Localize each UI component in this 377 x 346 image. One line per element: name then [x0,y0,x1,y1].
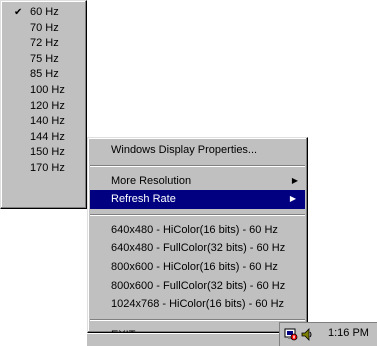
system-tray: 1:16 PM [279,322,377,346]
speaker-icon[interactable] [300,328,314,341]
menu-separator [90,164,305,167]
refresh-70hz-item[interactable]: 70 Hz [1,21,86,37]
check-icon: ✔ [14,7,23,18]
refresh-85hz-item[interactable]: 85 Hz [1,67,86,83]
mode-800x600-16bit-item[interactable]: 800x600 - HiColor(16 bits) - 60 Hz [88,258,307,277]
tray-clock[interactable]: 1:16 PM [328,327,369,339]
display-properties-item[interactable]: Windows Display Properties... [88,141,307,160]
display-settings-icon[interactable] [284,328,298,341]
refresh-rate-submenu: ✔ 60 Hz 70 Hz 72 Hz 75 Hz 85 Hz 100 Hz 12… [0,0,87,209]
refresh-75hz-item[interactable]: 75 Hz [1,52,86,68]
display-context-menu: Windows Display Properties... More Resol… [87,137,308,341]
mode-640x480-16bit-item[interactable]: 640x480 - HiColor(16 bits) - 60 Hz [88,221,307,240]
submenu-arrow-icon: ▶ [289,194,296,204]
mode-800x600-32bit-item[interactable]: 800x600 - FullColor(32 bits) - 60 Hz [88,277,307,296]
mode-640x480-32bit-item[interactable]: 640x480 - FullColor(32 bits) - 60 Hz [88,239,307,258]
more-resolution-item[interactable]: More Resolution ▶ [88,172,307,191]
refresh-140hz-item[interactable]: 140 Hz [1,114,86,130]
refresh-120hz-item[interactable]: 120 Hz [1,99,86,115]
refresh-72hz-item[interactable]: 72 Hz [1,36,86,52]
submenu-arrow-icon: ▶ [291,175,298,185]
mode-1024x768-16bit-item[interactable]: 1024x768 - HiColor(16 bits) - 60 Hz [88,295,307,314]
menu-separator [90,213,305,216]
menu-separator [90,318,305,321]
refresh-144hz-item[interactable]: 144 Hz [1,130,86,146]
refresh-170hz-item[interactable]: 170 Hz [1,161,86,177]
refresh-150hz-item[interactable]: 150 Hz [1,145,86,161]
refresh-60hz-item[interactable]: ✔ 60 Hz [1,5,86,21]
refresh-100hz-item[interactable]: 100 Hz [1,83,86,99]
refresh-rate-item[interactable]: Refresh Rate ▶ [90,190,305,209]
